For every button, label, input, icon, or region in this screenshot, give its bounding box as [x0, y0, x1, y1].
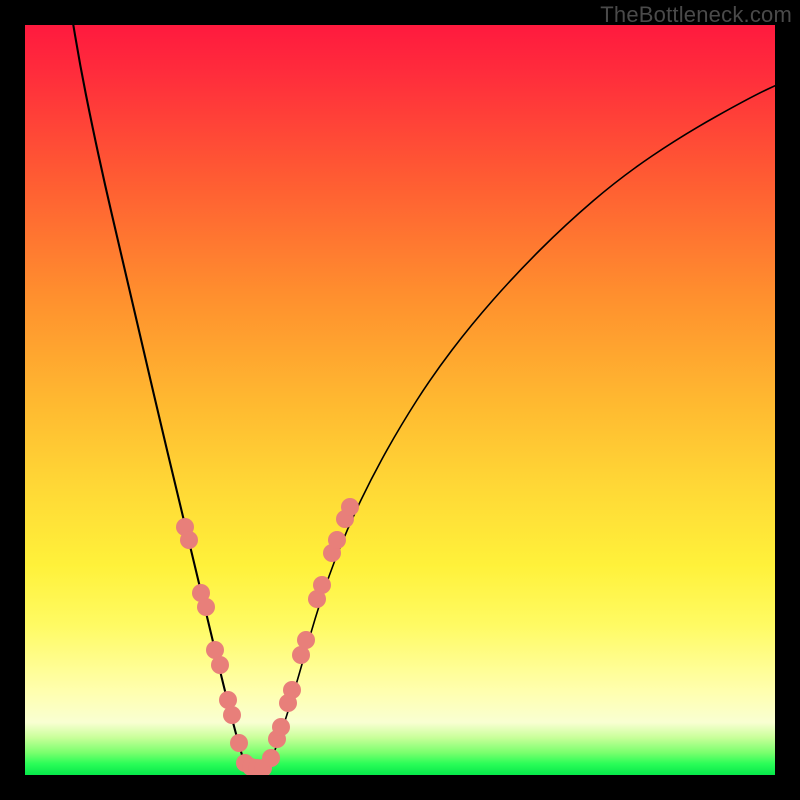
scatter-dot [223, 706, 241, 724]
scatter-dot [272, 718, 290, 736]
scatter-dot [297, 631, 315, 649]
scatter-dot [328, 531, 346, 549]
scatter-dot [197, 598, 215, 616]
plot-area [25, 25, 775, 775]
watermark-text: TheBottleneck.com [600, 2, 792, 28]
scatter-dots-group [176, 498, 359, 775]
chart-frame: TheBottleneck.com [0, 0, 800, 800]
scatter-dot [341, 498, 359, 516]
curves-svg [25, 25, 775, 775]
scatter-dot [211, 656, 229, 674]
scatter-dot [180, 531, 198, 549]
right-branch-curve [263, 81, 775, 773]
scatter-dot [283, 681, 301, 699]
scatter-dot [313, 576, 331, 594]
scatter-dot [230, 734, 248, 752]
scatter-dot [262, 749, 280, 767]
